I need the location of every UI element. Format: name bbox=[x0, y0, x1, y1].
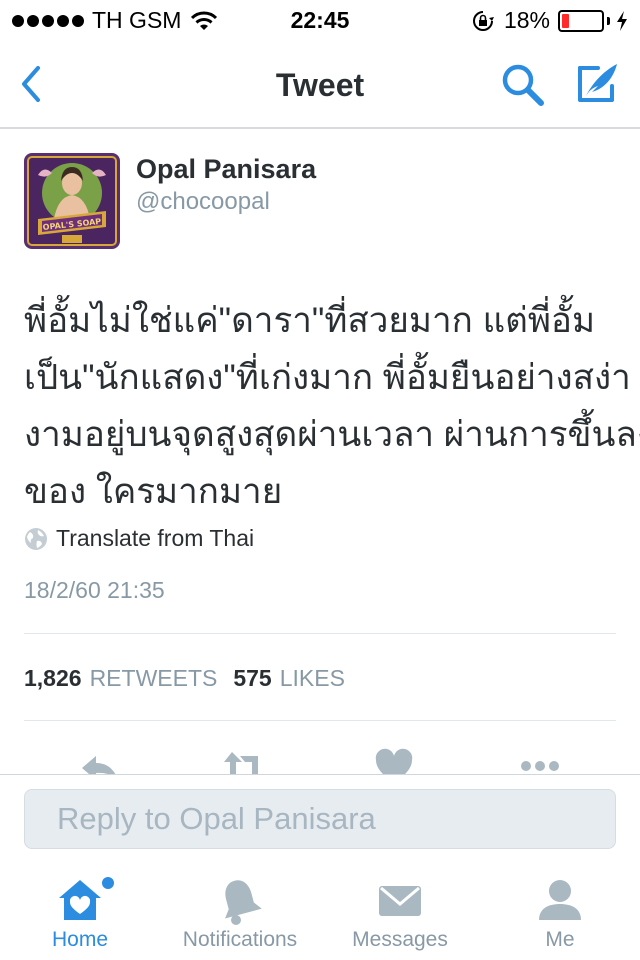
charging-bolt-icon bbox=[617, 10, 627, 31]
avatar-image: OPAL'S SOAP bbox=[24, 153, 120, 249]
battery-icon bbox=[558, 9, 604, 32]
tab-label: Home bbox=[51, 928, 109, 951]
battery-tip bbox=[607, 16, 610, 25]
tweet-text-line: งามอยู่บนจุดสูงสุดผ่านเวลา ผ่านการขึ้นลง bbox=[24, 415, 640, 454]
globe-icon bbox=[25, 527, 47, 550]
likes-stat[interactable]: 575 LIKES bbox=[233, 665, 361, 692]
home-icon bbox=[59, 880, 101, 920]
tab-label: Messages bbox=[352, 928, 448, 951]
likes-count: 575 bbox=[233, 665, 272, 691]
likes-label: LIKES bbox=[279, 665, 345, 691]
tweet-text: พี่อั้มไม่ใช่แค่"ดารา"ที่สวยมาก แต่พี่อั… bbox=[24, 292, 640, 520]
tweet-stats: 1,826 RETWEETS 575 LIKES bbox=[24, 665, 361, 692]
status-right: 18% bbox=[472, 7, 628, 34]
reply-input[interactable] bbox=[24, 789, 616, 849]
retweets-count: 1,826 bbox=[24, 665, 82, 691]
status-bar: TH GSM 22:45 18% bbox=[0, 0, 640, 40]
tab-bar: Home Notifications Messages Me bbox=[0, 862, 640, 960]
translate-label: Translate from Thai bbox=[56, 525, 255, 551]
person-icon bbox=[539, 880, 581, 920]
author-name[interactable]: Opal Panisara bbox=[136, 154, 316, 185]
reply-composer bbox=[0, 774, 640, 862]
tab-home[interactable]: Home bbox=[0, 862, 160, 960]
author-avatar[interactable]: OPAL'S SOAP bbox=[24, 153, 120, 249]
battery-percentage: 18% bbox=[503, 7, 550, 33]
navigation-bar: Tweet bbox=[0, 40, 640, 129]
tweet-text-line: เป็น"นักแสดง"ที่เก่งมาก พี่อั้มยืนอย่างส… bbox=[24, 358, 631, 397]
bell-icon bbox=[225, 880, 262, 925]
tab-label: Notifications bbox=[182, 928, 298, 951]
divider bbox=[24, 633, 616, 634]
tab-me[interactable]: Me bbox=[480, 862, 640, 960]
tweet-text-line: ของ ใครมากมาย bbox=[24, 472, 283, 511]
divider bbox=[24, 720, 616, 721]
retweet-icon[interactable] bbox=[222, 746, 266, 774]
author-handle[interactable]: @chocoopal bbox=[136, 188, 270, 216]
reply-icon[interactable] bbox=[78, 746, 122, 774]
tab-messages[interactable]: Messages bbox=[320, 862, 480, 960]
tweet-timestamp: 18/2/60 21:35 bbox=[24, 577, 165, 603]
translate-link[interactable]: Translate from Thai bbox=[24, 525, 254, 552]
rotation-lock-icon bbox=[472, 10, 494, 31]
retweets-stat[interactable]: 1,826 RETWEETS bbox=[24, 665, 233, 692]
compose-quill-icon[interactable] bbox=[572, 60, 620, 108]
tweet-text-line: พี่อั้มไม่ใช่แค่"ดารา"ที่สวยมาก แต่พี่อั… bbox=[24, 301, 596, 340]
heart-icon[interactable] bbox=[372, 746, 416, 774]
tab-label: Me bbox=[545, 928, 575, 951]
envelope-icon bbox=[379, 886, 421, 916]
new-content-dot bbox=[102, 877, 114, 889]
tweet-actions bbox=[0, 740, 640, 774]
tab-notifications[interactable]: Notifications bbox=[160, 862, 320, 960]
search-icon[interactable] bbox=[500, 62, 546, 108]
more-dots-icon[interactable] bbox=[518, 746, 562, 774]
battery-level-fill bbox=[562, 13, 569, 28]
retweets-label: RETWEETS bbox=[89, 665, 218, 691]
